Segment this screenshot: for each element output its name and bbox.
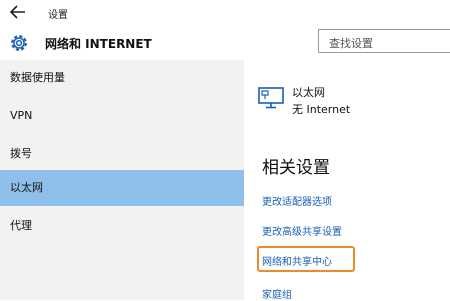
connection-status: 无 Internet	[292, 103, 351, 116]
sidebar-item-proxy[interactable]: 代理	[0, 208, 244, 244]
sidebar-item-ethernet[interactable]: 以太网	[0, 170, 244, 206]
link-advanced-sharing-settings[interactable]: 更改高级共享设置	[262, 223, 342, 238]
link-homegroup[interactable]: 家庭组	[262, 286, 292, 301]
main-content: 以太网 无 Internet 相关设置 更改适配器选项 更改高级共享设置 网络和…	[244, 60, 450, 301]
back-arrow-icon[interactable]	[8, 3, 28, 21]
related-settings-heading: 相关设置	[262, 158, 330, 178]
ethernet-monitor-icon[interactable]	[258, 87, 284, 109]
connection-name[interactable]: 以太网	[292, 84, 325, 100]
sidebar-item-vpn[interactable]: VPN	[0, 98, 244, 134]
page-title: 网络和 INTERNET	[45, 37, 152, 51]
sidebar-item-data-usage[interactable]: 数据使用量	[0, 60, 244, 96]
link-network-sharing-center[interactable]: 网络和共享中心	[262, 253, 332, 268]
page-header: 网络和 INTERNET 查找设置	[0, 26, 450, 60]
gear-icon	[11, 35, 27, 51]
window-title: 设置	[48, 10, 68, 21]
sidebar: 数据使用量 VPN 拨号 以太网 代理	[0, 60, 244, 300]
title-bar: 设置	[0, 0, 450, 26]
sidebar-item-dialup[interactable]: 拨号	[0, 136, 244, 172]
link-change-adapter-options[interactable]: 更改适配器选项	[262, 193, 332, 208]
search-input[interactable]: 查找设置	[318, 29, 450, 53]
